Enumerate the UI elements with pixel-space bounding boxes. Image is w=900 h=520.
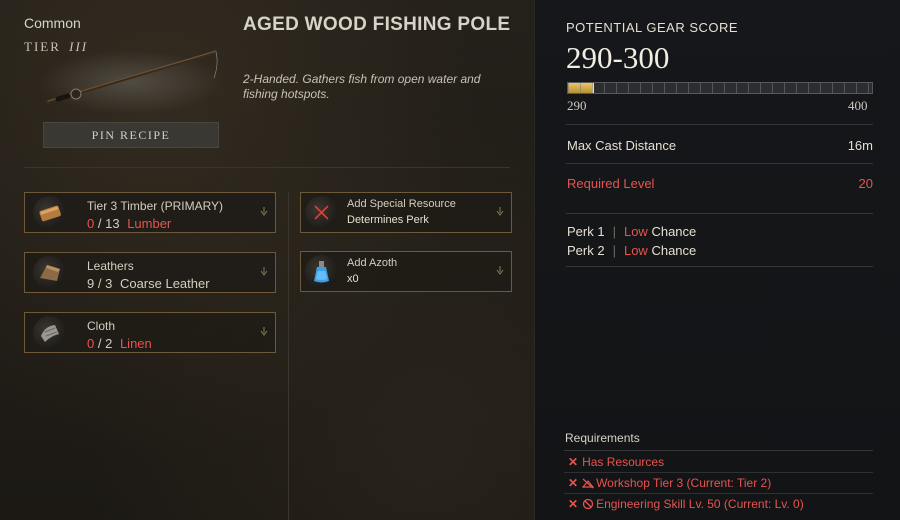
- divider: [566, 266, 873, 267]
- gear-score-bar-ticks: [568, 83, 872, 93]
- resource-name: Leathers: [87, 259, 134, 273]
- optional-name: Add Special Resource: [347, 198, 456, 210]
- chevron-down-icon: [260, 267, 268, 276]
- x-icon: ✕: [568, 497, 579, 511]
- divider: [288, 192, 289, 520]
- gear-score-min: 290: [567, 98, 587, 113]
- perk-row: Perk 2 | Low Chance: [567, 243, 697, 258]
- resource-slot-leathers[interactable]: Leathers 9 / 3 Coarse Leather: [24, 252, 276, 293]
- required-level-value: 20: [858, 176, 873, 191]
- chevron-down-icon: [260, 327, 268, 336]
- x-icon: ✕: [568, 476, 579, 490]
- optional-subtext: x0: [347, 273, 359, 285]
- empty-slot-x-icon: [305, 196, 338, 229]
- azoth-flask-icon: [305, 255, 338, 288]
- x-icon: ✕: [568, 455, 579, 469]
- divider: [564, 450, 873, 451]
- gear-score-label: POTENTIAL GEAR SCORE: [566, 20, 739, 35]
- requirement-row: ✕ Has Resources: [564, 452, 873, 473]
- resource-name: Tier 3 Timber (PRIMARY): [87, 199, 224, 213]
- leather-icon: [33, 256, 66, 289]
- resource-quantity: 0 / 13 Lumber: [87, 216, 172, 231]
- engineering-icon: [582, 498, 594, 510]
- lumber-icon: [33, 196, 66, 229]
- required-level-label: Required Level: [567, 176, 655, 191]
- divider: [566, 163, 873, 164]
- requirements-title: Requirements: [565, 431, 640, 445]
- azoth-slot[interactable]: Add Azoth x0: [300, 251, 512, 292]
- resource-slot-timber[interactable]: Tier 3 Timber (PRIMARY) 0 / 13 Lumber: [24, 192, 276, 233]
- item-rarity: Common: [24, 15, 81, 31]
- pin-recipe-button[interactable]: PIN RECIPE: [43, 122, 219, 148]
- stat-value: 16m: [847, 138, 873, 153]
- gear-score-value: 290-300: [566, 40, 670, 75]
- workshop-icon: [581, 478, 595, 489]
- resource-slot-cloth[interactable]: Cloth 0 / 2 Linen: [24, 312, 276, 353]
- divider: [566, 213, 873, 214]
- optional-subtext: Determines Perk: [347, 214, 429, 226]
- item-title: AGED WOOD FISHING POLE: [243, 14, 511, 35]
- gear-score-bar: [567, 82, 873, 94]
- requirement-row: ✕ Workshop Tier 3 (Current: Tier 2): [564, 473, 873, 494]
- chevron-down-icon: [496, 266, 504, 275]
- divider: [566, 124, 873, 125]
- gear-score-max: 400: [848, 98, 868, 113]
- special-resource-slot[interactable]: Add Special Resource Determines Perk: [300, 192, 512, 233]
- linen-icon: [33, 316, 66, 349]
- divider: [24, 167, 510, 168]
- stat-label: Max Cast Distance: [567, 138, 677, 153]
- requirement-row: ✕ Engineering Skill Lv. 50 (Current: Lv. …: [568, 497, 804, 511]
- perk-row: Perk 1 | Low Chance: [567, 224, 697, 239]
- chevron-down-icon: [260, 207, 268, 216]
- fishing-pole-icon: [39, 50, 223, 114]
- optional-name: Add Azoth: [347, 257, 398, 269]
- item-description: 2-Handed. Gathers fish from open water a…: [243, 72, 481, 101]
- resource-quantity: 0 / 2 Linen: [87, 336, 152, 351]
- recipe-panel: Common TIER III PIN RECIPE AGED WOOD FIS…: [0, 0, 534, 520]
- resource-name: Cloth: [87, 319, 116, 333]
- resource-quantity: 9 / 3 Coarse Leather: [87, 276, 210, 291]
- chevron-down-icon: [496, 207, 504, 216]
